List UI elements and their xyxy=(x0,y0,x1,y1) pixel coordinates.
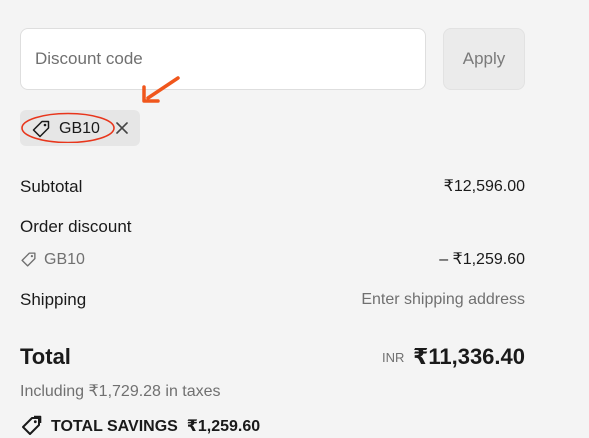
total-savings-amount: ₹1,259.60 xyxy=(186,418,261,435)
total-currency: INR xyxy=(382,350,405,365)
total-label: Total xyxy=(20,344,71,369)
total-savings-label: TOTAL SAVINGS xyxy=(51,418,178,435)
total-savings: TOTAL SAVINGS ₹1,259.60 xyxy=(51,416,260,438)
order-discount-value: – ₹1,259.60 xyxy=(439,251,525,268)
subtotal-label: Subtotal xyxy=(20,177,83,196)
order-discount-code: GB10 xyxy=(44,251,85,268)
shipping-value: Enter shipping address xyxy=(361,291,525,308)
total-amount: ₹11,336.40 xyxy=(413,344,525,369)
apply-button[interactable]: Apply xyxy=(443,28,525,90)
tax-note: Including ₹1,729.28 in taxes xyxy=(20,383,221,400)
order-discount-label: Order discount xyxy=(20,217,132,236)
close-icon[interactable] xyxy=(114,119,130,137)
applied-discount-chip: GB10 xyxy=(20,110,140,146)
subtotal-value: ₹12,596.00 xyxy=(443,178,525,195)
discount-tag-icon xyxy=(21,252,36,267)
discount-code-input[interactable] xyxy=(20,28,426,90)
annotation-arrow-icon xyxy=(142,76,180,103)
applied-code-label: GB10 xyxy=(59,120,100,137)
discount-code-row: Apply xyxy=(20,28,525,90)
savings-tag-icon xyxy=(22,415,42,435)
shipping-label: Shipping xyxy=(20,290,87,309)
tag-icon xyxy=(32,120,50,138)
